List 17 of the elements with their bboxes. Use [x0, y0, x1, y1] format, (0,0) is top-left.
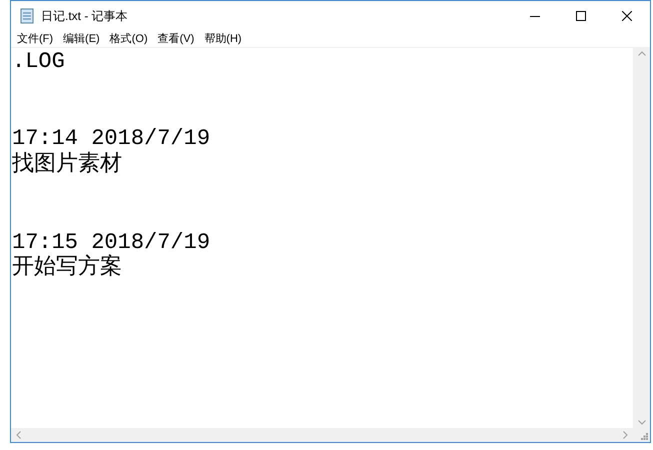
maximize-icon — [576, 11, 586, 21]
menu-item[interactable]: 帮助(H) — [200, 32, 246, 46]
scroll-down-icon — [638, 420, 646, 425]
menu-item[interactable]: 编辑(E) — [59, 32, 104, 46]
menu-item[interactable]: 格式(O) — [106, 32, 152, 46]
horizontal-scrollbar[interactable] — [11, 428, 633, 442]
scroll-left-icon — [16, 431, 21, 439]
menu-item[interactable]: 查看(V) — [154, 32, 198, 46]
close-icon — [622, 11, 632, 21]
window-title: 日记.txt - 记事本 — [41, 8, 128, 25]
menu-item[interactable]: 文件(F) — [13, 32, 58, 46]
document-text[interactable]: .LOG 17:14 2018/7/19 找图片素材 17:15 2018/7/19 开始写方案 — [11, 48, 633, 428]
scroll-right-icon — [623, 431, 628, 439]
notepad-icon — [20, 8, 34, 24]
resize-grip-icon[interactable] — [641, 433, 648, 440]
vertical-scrollbar[interactable] — [633, 48, 650, 428]
scroll-up-icon — [638, 51, 646, 56]
